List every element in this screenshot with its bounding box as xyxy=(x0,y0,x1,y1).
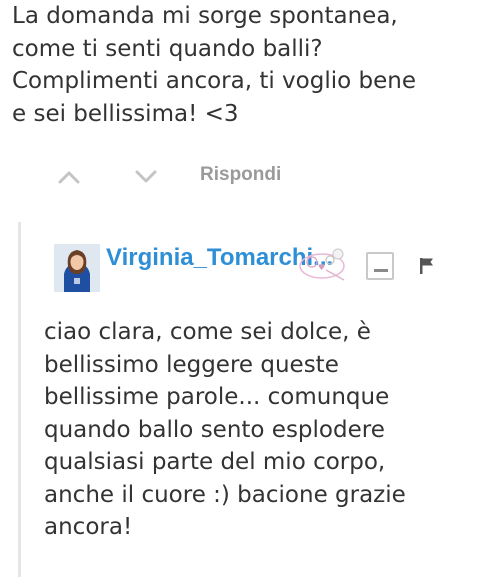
reply-line: qualsiasi parte del mio corpo, xyxy=(44,449,386,475)
reply-line: bellissime parole... comunque xyxy=(44,384,390,410)
avatar[interactable] xyxy=(54,244,100,292)
user-avatar-icon xyxy=(54,244,100,292)
comment-body: La domanda mi sorge spontanea, come ti s… xyxy=(12,0,474,130)
user-badge-icon: ♥ xyxy=(292,244,352,284)
reply-line: quando ballo sento esplodere xyxy=(44,416,385,443)
minus-icon xyxy=(374,269,388,272)
downvote-button[interactable] xyxy=(132,163,160,191)
reply-body: ciao clara, come sei dolce, è bellissimo… xyxy=(44,316,474,544)
reply-line: ciao clara, come sei dolce, è xyxy=(44,319,371,345)
reply-button[interactable]: Rispondi xyxy=(200,164,281,186)
reply-thread-line xyxy=(18,222,21,577)
chevron-up-icon xyxy=(58,171,80,184)
comment-actions: Rispondi xyxy=(0,158,480,196)
comment-line: La domanda mi sorge spontanea, xyxy=(12,3,398,29)
comment-line: come ti senti quando balli? xyxy=(12,35,323,62)
reply-header: Virginia_Tomarchi... ♥ xyxy=(54,244,474,296)
flag-button[interactable] xyxy=(418,256,436,276)
svg-text:♥: ♥ xyxy=(318,263,325,272)
reply-line: anche il cuore :) bacione grazie xyxy=(44,481,406,508)
comment-line: Complimenti ancora, ti voglio bene xyxy=(12,68,416,94)
reply-line: ancora! xyxy=(44,514,133,540)
collapse-button[interactable] xyxy=(366,252,394,280)
flag-icon xyxy=(420,258,433,274)
chevron-down-icon xyxy=(135,170,157,183)
comment-line: e sei bellissima! <3 xyxy=(12,100,239,127)
upvote-button[interactable] xyxy=(55,163,83,191)
reply-line: bellissimo leggere queste xyxy=(44,351,339,378)
